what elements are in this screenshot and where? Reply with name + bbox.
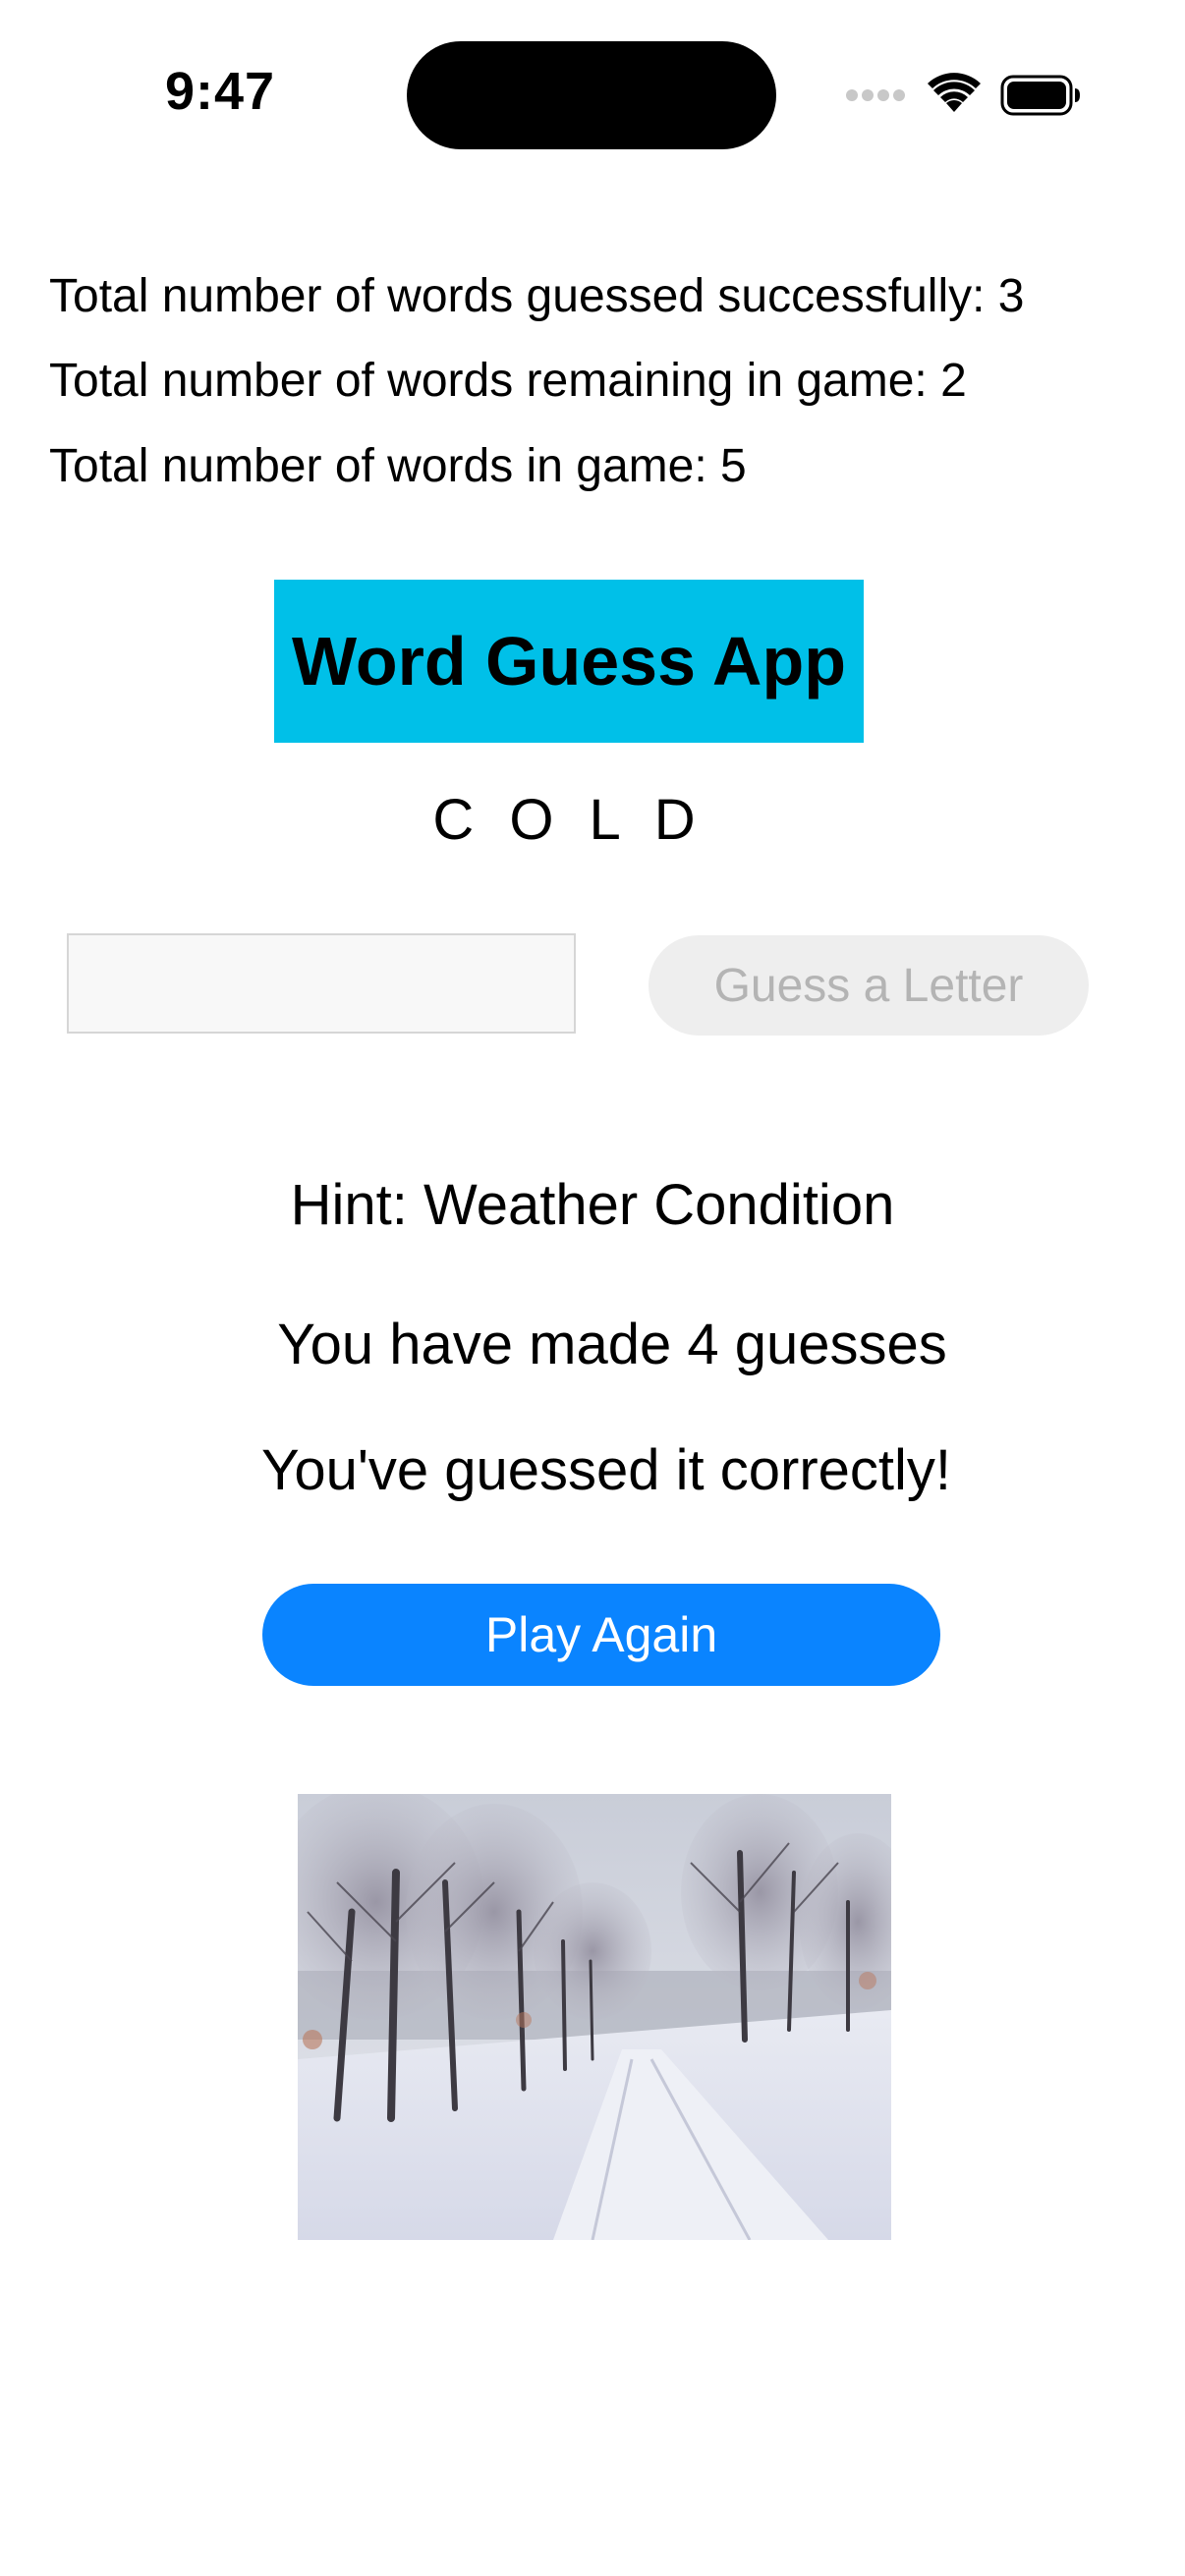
title-banner: Word Guess App — [274, 580, 864, 743]
word-display: C O L D — [432, 788, 705, 852]
wifi-icon — [928, 73, 981, 112]
stat-words-guessed: Total number of words guessed successful… — [49, 270, 1025, 322]
status-icons — [845, 69, 1081, 120]
result-message: You've guessed it correctly! — [260, 1438, 952, 1502]
cellular-signal-icon — [846, 89, 905, 101]
hint-text: Hint: Weather Condition — [290, 1173, 895, 1237]
battery-icon — [1000, 75, 1080, 116]
winter-scene-image — [298, 1794, 891, 2240]
guess-count-text: You have made 4 guesses — [277, 1313, 947, 1376]
guess-letter-button[interactable]: Guess a Letter — [649, 935, 1089, 1036]
letter-input[interactable] — [67, 933, 576, 1034]
play-again-button[interactable]: Play Again — [262, 1584, 940, 1686]
status-time: 9:47 — [165, 62, 276, 121]
stat-words-remaining: Total number of words remaining in game:… — [49, 355, 967, 407]
app-title: Word Guess App — [292, 623, 846, 700]
stat-words-total: Total number of words in game: 5 — [49, 440, 747, 492]
dynamic-island — [407, 41, 776, 149]
